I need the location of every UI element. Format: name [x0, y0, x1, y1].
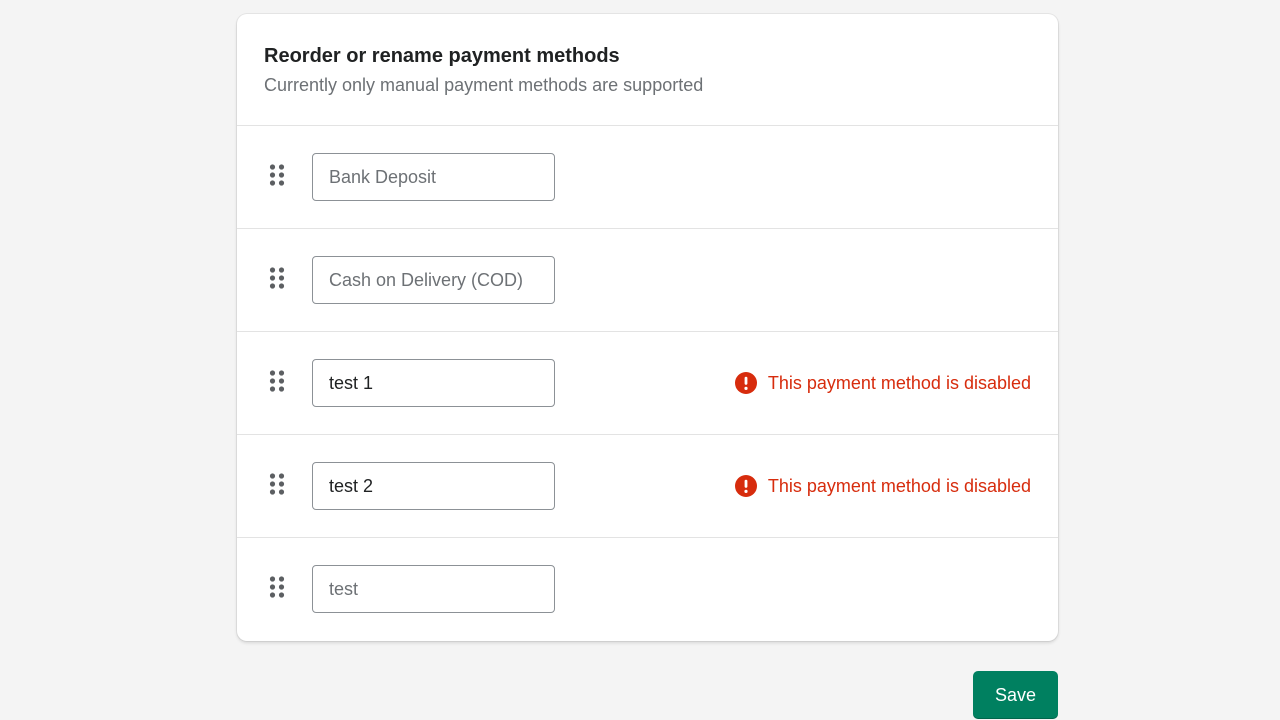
error-text: This payment method is disabled [767, 373, 1031, 393]
drag-handle-icon[interactable] [269, 472, 285, 496]
alert-circle-icon [734, 372, 757, 394]
card-subtitle: Currently only manual payment methods ar… [264, 75, 704, 95]
disabled-error-message: This payment method is disabled [734, 475, 1031, 497]
payment-method-row [237, 126, 1058, 229]
payment-method-name-input[interactable] [312, 359, 555, 407]
payment-method-row: This payment method is disabled [237, 435, 1058, 538]
payment-method-name-input[interactable] [312, 256, 555, 304]
disabled-error-message: This payment method is disabled [734, 372, 1031, 394]
payment-method-row [237, 538, 1058, 641]
save-button[interactable]: Save [973, 671, 1058, 719]
payment-method-row [237, 229, 1058, 332]
error-text: This payment method is disabled [767, 476, 1031, 496]
payment-method-name-input[interactable] [312, 565, 555, 613]
payment-method-name-input[interactable] [312, 153, 555, 201]
card-title: Reorder or rename payment methods [264, 45, 620, 67]
alert-circle-icon [734, 475, 757, 497]
drag-handle-icon[interactable] [269, 163, 285, 187]
card-header: Reorder or rename payment methods Curren… [237, 14, 1058, 126]
payment-methods-card: Reorder or rename payment methods Curren… [237, 14, 1058, 641]
payment-method-row: This payment method is disabled [237, 332, 1058, 435]
drag-handle-icon[interactable] [269, 266, 285, 290]
payment-method-name-input[interactable] [312, 462, 555, 510]
drag-handle-icon[interactable] [269, 369, 285, 393]
drag-handle-icon[interactable] [269, 575, 285, 599]
